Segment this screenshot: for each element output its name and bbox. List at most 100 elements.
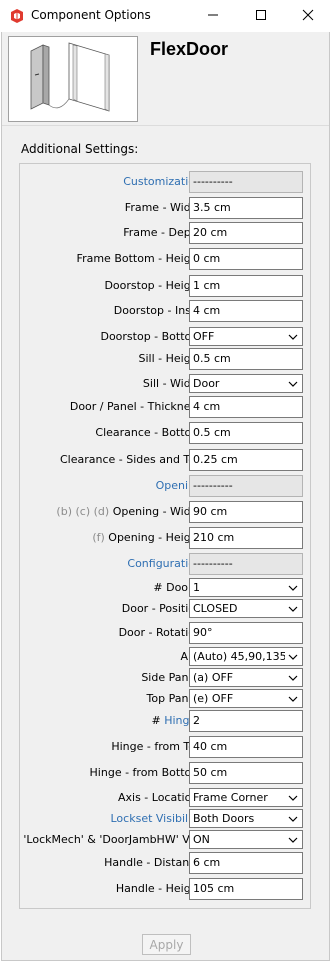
lockmech-vis-label: 'LockMech' & 'DoorJambHW' Vis: xyxy=(23,833,202,846)
door-preview-image xyxy=(30,42,110,112)
row-side-panel: Side Panel: (a) OFF xyxy=(20,667,310,689)
chevron-down-icon xyxy=(284,375,302,392)
hinge-bottom-input[interactable]: 50 cm xyxy=(189,762,303,784)
row-axis-location: Axis - Location: Frame Corner xyxy=(20,787,310,809)
row-top-panel: Top Panel: (e) OFF xyxy=(20,688,310,710)
hinges-prefix: # xyxy=(151,714,161,727)
frame-width-input[interactable]: 3.5 cm xyxy=(189,197,303,219)
row-opening-height: (f) Opening - Height 210 cm xyxy=(20,527,310,549)
chevron-down-icon xyxy=(284,831,302,848)
sill-height-input[interactable]: 0.5 cm xyxy=(189,348,303,370)
close-icon xyxy=(302,9,314,24)
hinge-bottom-label: Hinge - from Bottom xyxy=(89,766,202,779)
axis-location-select[interactable]: Frame Corner xyxy=(189,788,303,807)
close-button[interactable] xyxy=(285,0,331,32)
apply-button[interactable]: Apply xyxy=(142,934,191,955)
lockset-visibility-value: Both Doors xyxy=(193,812,255,825)
side-panel-value: (a) OFF xyxy=(193,671,234,684)
maximize-icon xyxy=(255,9,267,24)
chevron-down-icon xyxy=(284,789,302,806)
lockset-visibility-select[interactable]: Both Doors xyxy=(189,809,303,828)
row-sill-width: Sill - Width Door xyxy=(20,373,310,395)
row-sill-height: Sill - Height 0.5 cm xyxy=(20,348,310,370)
clearance-sides-input[interactable]: 0.25 cm xyxy=(189,449,303,471)
row-frame-width: Frame - Width 3.5 cm xyxy=(20,197,310,219)
window-title: Component Options xyxy=(31,8,151,22)
opening-height-label: (f) Opening - Height xyxy=(92,531,202,544)
row-handle-distance: Handle - Distance 6 cm xyxy=(20,852,310,874)
row-hinge-top: Hinge - from Top 40 cm xyxy=(20,736,310,758)
doorstop-bottom-value: OFF xyxy=(193,330,215,343)
doorstop-bottom-select[interactable]: OFF xyxy=(189,327,303,346)
doors-select[interactable]: 1 xyxy=(189,578,303,597)
row-hinges: # Hinges 2 xyxy=(20,710,310,732)
row-doors: # Doors: 1 xyxy=(20,577,310,599)
settings-panel: Customization ---------- Frame - Width 3… xyxy=(19,163,311,909)
row-doorstop-height: Doorstop - Height 1 cm xyxy=(20,275,310,297)
row-hinge-bottom: Hinge - from Bottom 50 cm xyxy=(20,762,310,784)
row-opening: Opening ---------- xyxy=(20,475,310,497)
chevron-down-icon xyxy=(284,669,302,686)
row-door-rotation: Door - Rotation 90° xyxy=(20,622,310,644)
row-customization: Customization ---------- xyxy=(20,171,310,193)
customization-field: ---------- xyxy=(189,171,303,193)
row-handle-height: Handle - Height 105 cm xyxy=(20,878,310,900)
row-panel-thickness: Door / Panel - Thickness 4 cm xyxy=(20,396,310,418)
clearance-bottom-input[interactable]: 0.5 cm xyxy=(189,422,303,444)
row-doorstop-inset: Doorstop - Inset 4 cm xyxy=(20,300,310,322)
doorstop-bottom-label: Doorstop - Bottom xyxy=(100,330,202,343)
frame-depth-input[interactable]: 20 cm xyxy=(189,222,303,244)
arc-select[interactable]: (Auto) 45,90,135,180 xyxy=(189,647,303,666)
row-arc: Arc: (Auto) 45,90,135,180 xyxy=(20,646,310,668)
minimize-icon xyxy=(207,9,219,24)
door-position-select[interactable]: CLOSED xyxy=(189,599,303,618)
opening-height-text: Opening - Height xyxy=(108,531,202,544)
panel-thickness-label: Door / Panel - Thickness xyxy=(69,400,202,413)
row-doorstop-bottom: Doorstop - Bottom OFF xyxy=(20,326,310,348)
top-panel-value: (e) OFF xyxy=(193,692,234,705)
door-position-value: CLOSED xyxy=(193,602,238,615)
handle-distance-input[interactable]: 6 cm xyxy=(189,852,303,874)
hinges-input[interactable]: 2 xyxy=(189,710,303,732)
chevron-down-icon xyxy=(284,648,302,665)
component-thumbnail xyxy=(8,36,138,122)
minimize-button[interactable] xyxy=(190,0,236,32)
opening-width-prefix: (b) (c) (d) xyxy=(56,505,110,518)
lockmech-vis-select[interactable]: ON xyxy=(189,830,303,849)
door-rotation-input[interactable]: 90° xyxy=(189,622,303,644)
sill-width-select[interactable]: Door xyxy=(189,374,303,393)
opening-height-input[interactable]: 210 cm xyxy=(189,527,303,549)
frame-bottom-height-label: Frame Bottom - Height xyxy=(76,252,202,265)
row-frame-depth: Frame - Depth 20 cm xyxy=(20,222,310,244)
top-panel-select[interactable]: (e) OFF xyxy=(189,689,303,708)
frame-bottom-height-input[interactable]: 0 cm xyxy=(189,248,303,270)
row-configuration: Configuration ---------- xyxy=(20,553,310,575)
doorstop-inset-input[interactable]: 4 cm xyxy=(189,300,303,322)
section-title: Additional Settings: xyxy=(21,142,139,156)
chevron-down-icon xyxy=(284,600,302,617)
sketchup-logo-icon xyxy=(9,8,25,24)
configuration-field: ---------- xyxy=(189,553,303,575)
hinge-top-input[interactable]: 40 cm xyxy=(189,736,303,758)
doorstop-height-input[interactable]: 1 cm xyxy=(189,275,303,297)
row-clearance-bottom: Clearance - Bottom 0.5 cm xyxy=(20,422,310,444)
opening-width-input[interactable]: 90 cm xyxy=(189,501,303,523)
row-clearance-sides: Clearance - Sides and Top 0.25 cm xyxy=(20,449,310,471)
doors-value: 1 xyxy=(193,581,200,594)
component-header: FlexDoor xyxy=(2,32,329,126)
handle-distance-label: Handle - Distance xyxy=(104,856,202,869)
side-panel-select[interactable]: (a) OFF xyxy=(189,668,303,687)
dialog-footer: Apply xyxy=(1,930,330,961)
row-lockset-visibility: Lockset Visibility Both Doors xyxy=(20,808,310,830)
panel-thickness-input[interactable]: 4 cm xyxy=(189,396,303,418)
title-bar: Component Options xyxy=(0,0,331,32)
chevron-down-icon xyxy=(284,810,302,827)
row-opening-width: (b) (c) (d) Opening - Width 90 cm xyxy=(20,501,310,523)
handle-height-input[interactable]: 105 cm xyxy=(189,878,303,900)
maximize-button[interactable] xyxy=(238,0,284,32)
clearance-bottom-label: Clearance - Bottom xyxy=(95,426,202,439)
opening-height-prefix: (f) xyxy=(92,531,105,544)
doorstop-height-label: Doorstop - Height xyxy=(104,279,202,292)
row-door-position: Door - Position CLOSED xyxy=(20,598,310,620)
chevron-down-icon xyxy=(284,328,302,345)
